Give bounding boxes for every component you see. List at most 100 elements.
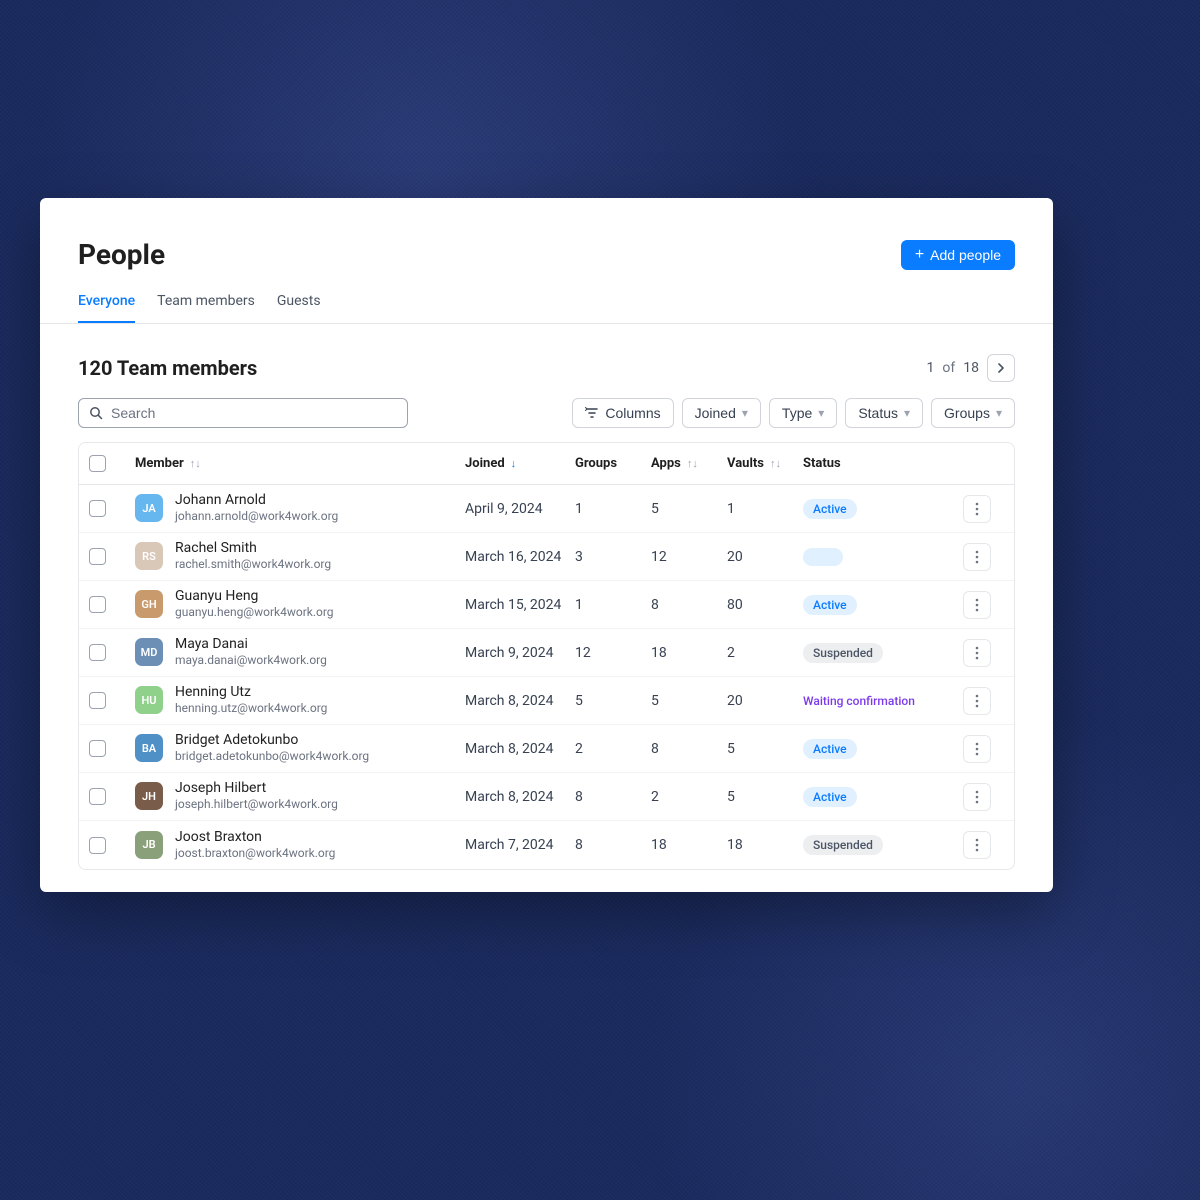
groups-count: 8 bbox=[575, 789, 651, 805]
groups-count: 2 bbox=[575, 741, 651, 757]
member-cell: HU Henning Utz henning.utz@work4work.org bbox=[135, 684, 465, 716]
table-row: GH Guanyu Heng guanyu.heng@work4work.org… bbox=[79, 581, 1014, 629]
vaults-count: 5 bbox=[727, 789, 803, 805]
chevron-down-icon: ▾ bbox=[818, 406, 824, 420]
joined-date: March 16, 2024 bbox=[465, 549, 575, 565]
apps-count: 2 bbox=[651, 789, 727, 805]
member-email: guanyu.heng@work4work.org bbox=[175, 605, 334, 621]
avatar: JA bbox=[135, 494, 163, 522]
vaults-count: 80 bbox=[727, 597, 803, 613]
kebab-icon bbox=[975, 742, 979, 756]
row-menu-button[interactable] bbox=[963, 687, 991, 715]
member-name: Guanyu Heng bbox=[175, 588, 334, 605]
member-cell: JH Joseph Hilbert joseph.hilbert@work4wo… bbox=[135, 780, 465, 812]
member-name: Joseph Hilbert bbox=[175, 780, 338, 797]
status-badge: Active bbox=[803, 787, 857, 807]
filter-groups[interactable]: Groups ▾ bbox=[931, 398, 1015, 428]
row-checkbox[interactable] bbox=[89, 837, 106, 854]
add-people-label: Add people bbox=[930, 247, 1001, 263]
filter-status[interactable]: Status ▾ bbox=[845, 398, 923, 428]
member-name: Henning Utz bbox=[175, 684, 327, 701]
col-vaults[interactable]: Vaults ↑↓ bbox=[727, 456, 803, 471]
joined-date: March 8, 2024 bbox=[465, 741, 575, 757]
row-checkbox[interactable] bbox=[89, 788, 106, 805]
kebab-icon bbox=[975, 694, 979, 708]
pagination-current: 1 bbox=[927, 360, 935, 376]
avatar: RS bbox=[135, 542, 163, 570]
add-people-button[interactable]: + Add people bbox=[901, 240, 1015, 270]
filter-type[interactable]: Type ▾ bbox=[769, 398, 837, 428]
table-row: JH Joseph Hilbert joseph.hilbert@work4wo… bbox=[79, 773, 1014, 821]
member-cell: GH Guanyu Heng guanyu.heng@work4work.org bbox=[135, 588, 465, 620]
kebab-icon bbox=[975, 598, 979, 612]
col-groups[interactable]: Groups bbox=[575, 456, 651, 471]
member-name: Johann Arnold bbox=[175, 492, 338, 509]
member-email: johann.arnold@work4work.org bbox=[175, 509, 338, 525]
member-name: Joost Braxton bbox=[175, 829, 335, 846]
search-input-wrapper[interactable] bbox=[78, 398, 408, 428]
row-menu-button[interactable] bbox=[963, 831, 991, 859]
pagination-of: of bbox=[942, 360, 955, 376]
row-menu-button[interactable] bbox=[963, 783, 991, 811]
sort-down-icon: ↓ bbox=[511, 457, 517, 470]
header: People + Add people bbox=[40, 198, 1053, 271]
row-menu-button[interactable] bbox=[963, 591, 991, 619]
filter-joined[interactable]: Joined ▾ bbox=[682, 398, 761, 428]
col-status[interactable]: Status bbox=[803, 456, 963, 471]
member-cell: JB Joost Braxton joost.braxton@work4work… bbox=[135, 829, 465, 861]
col-apps[interactable]: Apps ↑↓ bbox=[651, 456, 727, 471]
groups-count: 12 bbox=[575, 645, 651, 661]
row-menu-button[interactable] bbox=[963, 639, 991, 667]
table-row: RS Rachel Smith rachel.smith@work4work.o… bbox=[79, 533, 1014, 581]
joined-date: April 9, 2024 bbox=[465, 501, 575, 517]
status-badge: Active bbox=[803, 739, 857, 759]
joined-date: March 8, 2024 bbox=[465, 693, 575, 709]
tab-guests[interactable]: Guests bbox=[277, 293, 321, 323]
team-count: 120 Team members bbox=[78, 356, 257, 380]
status-badge: Active bbox=[803, 595, 857, 615]
columns-button[interactable]: Columns bbox=[572, 398, 673, 428]
status-badge bbox=[803, 548, 843, 566]
tab-everyone[interactable]: Everyone bbox=[78, 293, 135, 323]
status-badge: Waiting confirmation bbox=[803, 691, 925, 711]
member-cell: JA Johann Arnold johann.arnold@work4work… bbox=[135, 492, 465, 524]
row-menu-button[interactable] bbox=[963, 495, 991, 523]
pagination-next-button[interactable] bbox=[987, 354, 1015, 382]
plus-icon: + bbox=[915, 247, 924, 263]
table-row: JA Johann Arnold johann.arnold@work4work… bbox=[79, 485, 1014, 533]
member-email: joseph.hilbert@work4work.org bbox=[175, 797, 338, 813]
member-name: Rachel Smith bbox=[175, 540, 331, 557]
row-checkbox[interactable] bbox=[89, 740, 106, 757]
select-all-checkbox[interactable] bbox=[89, 455, 106, 472]
row-checkbox[interactable] bbox=[89, 548, 106, 565]
col-member[interactable]: Member ↑↓ bbox=[135, 456, 465, 471]
row-checkbox[interactable] bbox=[89, 692, 106, 709]
search-input[interactable] bbox=[111, 405, 397, 421]
row-checkbox[interactable] bbox=[89, 644, 106, 661]
row-menu-button[interactable] bbox=[963, 735, 991, 763]
col-joined[interactable]: Joined ↓ bbox=[465, 456, 575, 471]
kebab-icon bbox=[975, 502, 979, 516]
vaults-count: 20 bbox=[727, 549, 803, 565]
groups-count: 1 bbox=[575, 597, 651, 613]
apps-count: 12 bbox=[651, 549, 727, 565]
sort-icon: ↑↓ bbox=[770, 457, 781, 470]
status-badge: Suspended bbox=[803, 643, 883, 663]
chevron-down-icon: ▾ bbox=[996, 406, 1002, 420]
groups-count: 3 bbox=[575, 549, 651, 565]
chevron-down-icon: ▾ bbox=[904, 406, 910, 420]
groups-count: 1 bbox=[575, 501, 651, 517]
columns-label: Columns bbox=[605, 405, 660, 421]
row-checkbox[interactable] bbox=[89, 500, 106, 517]
pagination-total: 18 bbox=[963, 360, 979, 376]
member-name: Bridget Adetokunbo bbox=[175, 732, 369, 749]
table-row: HU Henning Utz henning.utz@work4work.org… bbox=[79, 677, 1014, 725]
avatar: JH bbox=[135, 782, 163, 810]
row-menu-button[interactable] bbox=[963, 543, 991, 571]
kebab-icon bbox=[975, 550, 979, 564]
member-name: Maya Danai bbox=[175, 636, 327, 653]
row-checkbox[interactable] bbox=[89, 596, 106, 613]
joined-date: March 8, 2024 bbox=[465, 789, 575, 805]
page-title: People bbox=[78, 238, 165, 271]
tab-team-members[interactable]: Team members bbox=[157, 293, 255, 323]
